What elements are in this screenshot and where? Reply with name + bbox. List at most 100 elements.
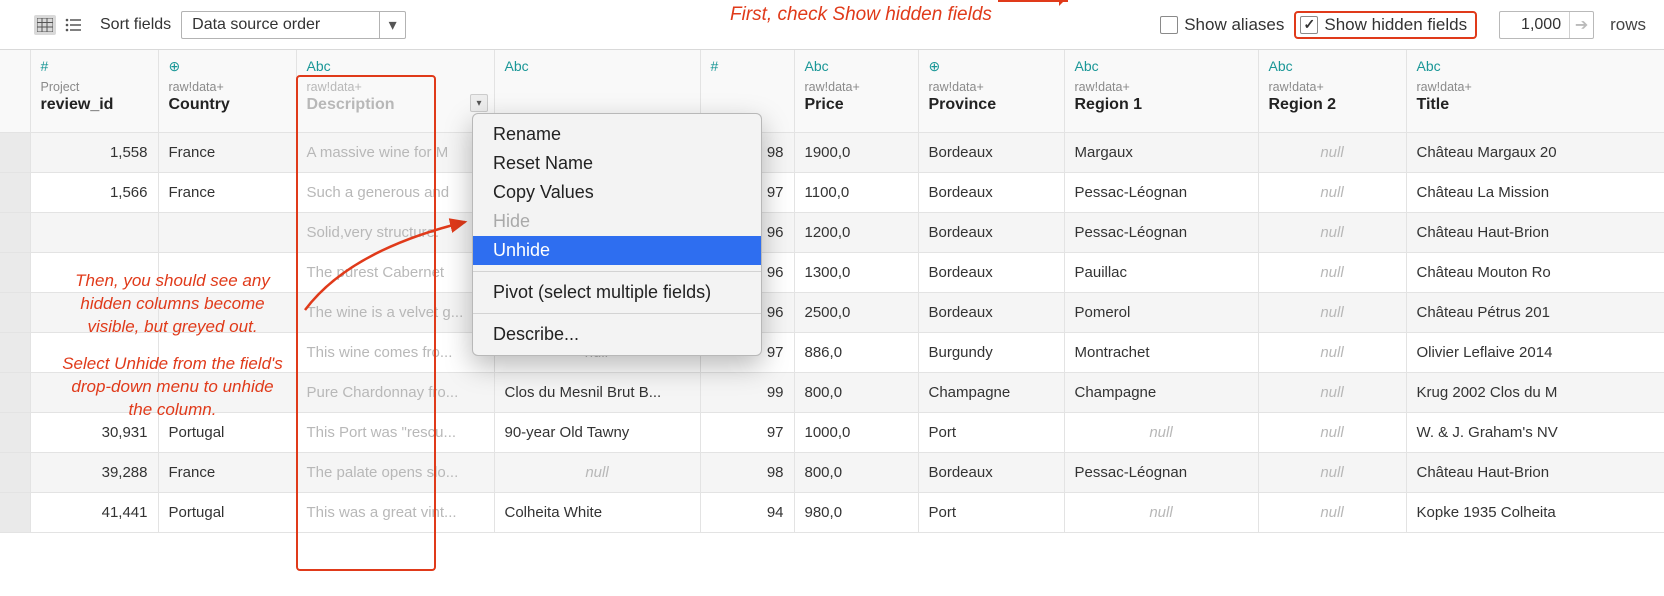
table-cell[interactable]: null xyxy=(1258,212,1406,252)
table-cell[interactable]: null xyxy=(494,452,700,492)
table-cell[interactable]: The purest Cabernet xyxy=(296,252,494,292)
table-cell[interactable]: This was a great vint... xyxy=(296,492,494,532)
table-cell[interactable]: 800,0 xyxy=(794,372,918,412)
table-cell[interactable] xyxy=(158,212,296,252)
table-cell[interactable]: 1200,0 xyxy=(794,212,918,252)
table-cell[interactable]: 1900,0 xyxy=(794,132,918,172)
table-cell[interactable]: 1000,0 xyxy=(794,412,918,452)
table-cell[interactable]: null xyxy=(1258,172,1406,212)
table-row[interactable]: 1,558FranceA massive wine for M981900,0B… xyxy=(0,132,1664,172)
list-view-button[interactable] xyxy=(62,15,84,35)
table-cell[interactable]: Château Pétrus 201 xyxy=(1406,292,1664,332)
table-cell[interactable]: null xyxy=(1258,332,1406,372)
table-cell[interactable]: Pomerol xyxy=(1064,292,1258,332)
table-cell[interactable]: 1300,0 xyxy=(794,252,918,292)
table-cell[interactable]: null xyxy=(1258,252,1406,292)
table-cell[interactable]: The palate opens slo... xyxy=(296,452,494,492)
show-hidden-fields-checkbox[interactable]: Show hidden fields xyxy=(1300,15,1467,35)
table-cell[interactable]: Château Mouton Ro xyxy=(1406,252,1664,292)
table-cell[interactable]: Château Margaux 20 xyxy=(1406,132,1664,172)
table-cell[interactable]: Bordeaux xyxy=(918,252,1064,292)
table-cell[interactable]: null xyxy=(1258,492,1406,532)
table-cell[interactable]: Pessac-Léognan xyxy=(1064,452,1258,492)
table-cell[interactable]: Champagne xyxy=(1064,372,1258,412)
table-cell[interactable]: Château Haut-Brion xyxy=(1406,212,1664,252)
table-cell[interactable]: 90-year Old Tawny xyxy=(494,412,700,452)
table-cell[interactable]: null xyxy=(1258,292,1406,332)
table-cell[interactable]: Montrachet xyxy=(1064,332,1258,372)
table-cell[interactable]: null xyxy=(1258,412,1406,452)
table-cell[interactable]: 2500,0 xyxy=(794,292,918,332)
table-cell[interactable]: 98 xyxy=(700,452,794,492)
table-cell[interactable]: Solid,very structure. xyxy=(296,212,494,252)
table-cell[interactable]: W. & J. Graham's NV xyxy=(1406,412,1664,452)
table-cell[interactable]: 94 xyxy=(700,492,794,532)
column-menu-button[interactable]: ▾ xyxy=(470,94,488,112)
menu-item[interactable]: Pivot (select multiple fields) xyxy=(473,278,761,307)
table-cell[interactable]: Clos du Mesnil Brut B... xyxy=(494,372,700,412)
table-cell[interactable]: Bordeaux xyxy=(918,132,1064,172)
menu-item[interactable]: Describe... xyxy=(473,320,761,349)
table-cell[interactable]: France xyxy=(158,132,296,172)
table-cell[interactable]: 1,558 xyxy=(30,132,158,172)
table-cell[interactable]: Such a generous and xyxy=(296,172,494,212)
table-cell[interactable]: Burgundy xyxy=(918,332,1064,372)
table-cell[interactable]: 39,288 xyxy=(30,452,158,492)
table-cell[interactable]: Port xyxy=(918,412,1064,452)
table-cell[interactable] xyxy=(30,212,158,252)
table-cell[interactable]: 97 xyxy=(700,412,794,452)
column-header[interactable]: Abcraw!data+Price xyxy=(794,50,918,132)
table-cell[interactable]: Château La Mission xyxy=(1406,172,1664,212)
table-cell[interactable]: Château Haut-Brion xyxy=(1406,452,1664,492)
table-row[interactable]: 1,566FranceSuch a generous and971100,0Bo… xyxy=(0,172,1664,212)
menu-item[interactable]: Copy Values xyxy=(473,178,761,207)
table-cell[interactable]: Pessac-Léognan xyxy=(1064,212,1258,252)
table-cell[interactable]: null xyxy=(1258,132,1406,172)
menu-item[interactable]: Reset Name xyxy=(473,149,761,178)
table-cell[interactable]: This Port was "rescu... xyxy=(296,412,494,452)
table-cell[interactable]: This wine comes fro... xyxy=(296,332,494,372)
table-cell[interactable]: A massive wine for M xyxy=(296,132,494,172)
menu-item[interactable]: Unhide xyxy=(473,236,761,265)
table-cell[interactable]: Pessac-Léognan xyxy=(1064,172,1258,212)
table-cell[interactable]: Portugal xyxy=(158,492,296,532)
table-row[interactable]: 39,288FranceThe palate opens slo...null9… xyxy=(0,452,1664,492)
table-row[interactable]: Solid,very structure.961200,0BordeauxPes… xyxy=(0,212,1664,252)
column-header[interactable]: ⊕raw!data+Province xyxy=(918,50,1064,132)
table-cell[interactable]: Bordeaux xyxy=(918,452,1064,492)
column-header[interactable]: Abcraw!data+Title xyxy=(1406,50,1664,132)
table-cell[interactable]: 99 xyxy=(700,372,794,412)
column-header[interactable]: Abcraw!data+Region 1 xyxy=(1064,50,1258,132)
table-cell[interactable]: null xyxy=(1064,412,1258,452)
show-aliases-checkbox[interactable]: Show aliases xyxy=(1160,15,1284,35)
table-cell[interactable]: Bordeaux xyxy=(918,292,1064,332)
table-cell[interactable]: Krug 2002 Clos du M xyxy=(1406,372,1664,412)
table-cell[interactable]: Bordeaux xyxy=(918,212,1064,252)
table-cell[interactable]: Pure Chardonnay fro... xyxy=(296,372,494,412)
column-header[interactable]: ⊕raw!data+Country xyxy=(158,50,296,132)
table-cell[interactable]: 1,566 xyxy=(30,172,158,212)
table-cell[interactable]: The wine is a velvet g... xyxy=(296,292,494,332)
column-header[interactable]: #Projectreview_id xyxy=(30,50,158,132)
table-cell[interactable]: null xyxy=(1064,492,1258,532)
table-cell[interactable]: 41,441 xyxy=(30,492,158,532)
table-cell[interactable]: Margaux xyxy=(1064,132,1258,172)
table-cell[interactable]: Olivier Leflaive 2014 xyxy=(1406,332,1664,372)
table-cell[interactable]: Colheita White xyxy=(494,492,700,532)
rows-count-input[interactable]: 1,000 ➔ xyxy=(1499,11,1594,39)
table-cell[interactable]: France xyxy=(158,172,296,212)
table-cell[interactable]: Champagne xyxy=(918,372,1064,412)
table-cell[interactable]: Kopke 1935 Colheita xyxy=(1406,492,1664,532)
table-cell[interactable]: 886,0 xyxy=(794,332,918,372)
table-cell[interactable]: Port xyxy=(918,492,1064,532)
grid-view-button[interactable] xyxy=(34,15,56,35)
column-header[interactable]: Abcraw!data+Region 2 xyxy=(1258,50,1406,132)
table-cell[interactable]: 800,0 xyxy=(794,452,918,492)
menu-item[interactable]: Rename xyxy=(473,120,761,149)
table-cell[interactable]: France xyxy=(158,452,296,492)
table-cell[interactable]: 980,0 xyxy=(794,492,918,532)
table-row[interactable]: 41,441PortugalThis was a great vint...Co… xyxy=(0,492,1664,532)
table-cell[interactable]: 1100,0 xyxy=(794,172,918,212)
column-header[interactable]: Abcraw!data+Description xyxy=(296,50,494,132)
table-cell[interactable]: Pauillac xyxy=(1064,252,1258,292)
